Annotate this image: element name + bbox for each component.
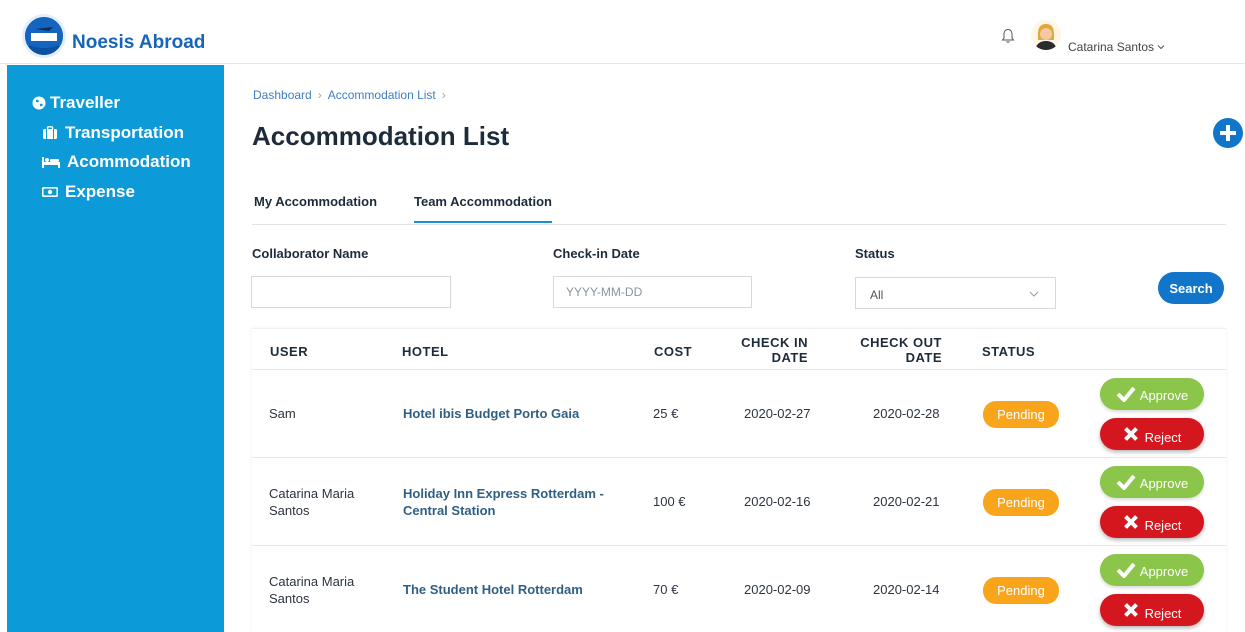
bed-icon bbox=[42, 157, 60, 168]
column-header-check-out: CHECK OUT DATE bbox=[842, 335, 942, 365]
cell-check-out: 2020-02-28 bbox=[873, 406, 940, 421]
approve-label: Approve bbox=[1139, 387, 1189, 403]
chevron-down-icon bbox=[1157, 45, 1165, 50]
breadcrumb-dashboard[interactable]: Dashboard bbox=[253, 88, 312, 102]
reject-button[interactable]: Reject bbox=[1100, 418, 1204, 450]
approve-label: Approve bbox=[1139, 563, 1189, 579]
cell-user: Catarina Maria Santos bbox=[269, 486, 355, 518]
column-header-check-out-line1: CHECK OUT bbox=[860, 335, 942, 350]
cell-hotel[interactable]: Holiday Inn Express Rotterdam - Central … bbox=[403, 485, 618, 519]
app-name: Noesis Abroad bbox=[72, 32, 206, 53]
chevron-down-icon bbox=[1029, 291, 1039, 297]
sidebar-item-transportation[interactable]: Transportation bbox=[42, 123, 184, 143]
table-row: Catarina Maria Santos The Student Hotel … bbox=[252, 545, 1226, 632]
table-row: Catarina Maria Santos Holiday Inn Expres… bbox=[252, 457, 1226, 545]
sidebar-item-label: Expense bbox=[65, 182, 135, 201]
column-header-check-in-line1: CHECK IN bbox=[741, 335, 808, 350]
reject-button[interactable]: Reject bbox=[1100, 506, 1204, 538]
sidebar: Traveller Transportation Acommodation Ex… bbox=[7, 65, 224, 632]
close-icon bbox=[1123, 427, 1138, 441]
cell-check-in: 2020-02-09 bbox=[744, 582, 811, 597]
approve-button[interactable]: Approve bbox=[1100, 378, 1204, 410]
breadcrumb-accommodation-list[interactable]: Accommodation List bbox=[328, 88, 436, 102]
collaborator-name-input[interactable] bbox=[251, 276, 451, 308]
add-accommodation-button[interactable] bbox=[1213, 118, 1243, 148]
top-bar: Noesis Abroad Catarina Santos bbox=[0, 0, 1245, 64]
avatar[interactable] bbox=[1031, 20, 1061, 50]
status-badge: Pending bbox=[983, 489, 1059, 516]
check-icon bbox=[1116, 562, 1136, 578]
check-icon bbox=[1116, 386, 1136, 402]
sidebar-item-expense[interactable]: Expense bbox=[42, 182, 135, 202]
breadcrumb-separator: › bbox=[441, 88, 446, 102]
user-name: Catarina Santos bbox=[1068, 40, 1155, 54]
reject-button[interactable]: Reject bbox=[1100, 594, 1204, 626]
breadcrumb-separator: › bbox=[317, 88, 322, 102]
briefcase-icon bbox=[43, 126, 57, 139]
breadcrumb: Dashboard › Accommodation List › bbox=[253, 88, 446, 102]
status-badge: Pending bbox=[983, 401, 1059, 428]
column-header-hotel: HOTEL bbox=[402, 344, 449, 359]
reject-label: Reject bbox=[1144, 517, 1182, 533]
approve-label: Approve bbox=[1139, 475, 1189, 491]
reject-label: Reject bbox=[1144, 605, 1182, 621]
status-select[interactable]: All bbox=[855, 277, 1056, 309]
check-icon bbox=[1116, 474, 1136, 490]
reject-label: Reject bbox=[1144, 429, 1182, 445]
cell-cost: 100 € bbox=[653, 494, 686, 509]
cell-user: Sam bbox=[269, 406, 296, 421]
cell-cost: 25 € bbox=[653, 406, 679, 421]
check-in-date-label: Check-in Date bbox=[553, 246, 640, 261]
column-header-cost: COST bbox=[654, 344, 693, 359]
logo-icon bbox=[22, 14, 66, 58]
tab-team-accommodation[interactable]: Team Accommodation bbox=[414, 194, 552, 223]
accommodation-table: USER HOTEL COST CHECK IN DATE CHECK OUT … bbox=[252, 328, 1226, 632]
sidebar-section-traveller[interactable]: Traveller bbox=[32, 93, 120, 113]
approve-button[interactable]: Approve bbox=[1100, 466, 1204, 498]
column-header-check-in-line2: DATE bbox=[771, 350, 808, 365]
cell-user: Catarina Maria Santos bbox=[269, 574, 355, 606]
globe-icon bbox=[32, 96, 46, 110]
tab-bar: My Accommodation Team Accommodation bbox=[252, 187, 1226, 225]
money-icon bbox=[42, 186, 58, 197]
cell-hotel[interactable]: The Student Hotel Rotterdam bbox=[403, 581, 623, 598]
cell-check-in: 2020-02-27 bbox=[744, 406, 811, 421]
status-select-value: All bbox=[870, 288, 884, 302]
sidebar-item-label: Acommodation bbox=[67, 152, 191, 171]
column-header-status: STATUS bbox=[982, 344, 1036, 359]
sidebar-section-label: Traveller bbox=[50, 93, 120, 112]
user-menu[interactable]: Catarina Santos bbox=[1068, 40, 1165, 54]
status-badge: Pending bbox=[983, 577, 1059, 604]
column-header-check-in: CHECK IN DATE bbox=[722, 335, 808, 365]
column-header-check-out-line2: DATE bbox=[905, 350, 942, 365]
cell-check-out: 2020-02-14 bbox=[873, 582, 940, 597]
logo[interactable]: Noesis Abroad bbox=[22, 14, 205, 58]
page-title: Accommodation List bbox=[252, 121, 510, 151]
status-label: Status bbox=[855, 246, 895, 261]
column-header-user: USER bbox=[270, 344, 309, 359]
check-in-date-input[interactable] bbox=[553, 276, 752, 308]
sidebar-item-label: Transportation bbox=[65, 123, 185, 142]
tab-my-accommodation[interactable]: My Accommodation bbox=[254, 194, 377, 221]
collaborator-name-label: Collaborator Name bbox=[252, 246, 369, 261]
approve-button[interactable]: Approve bbox=[1100, 554, 1204, 586]
sidebar-item-acommodation[interactable]: Acommodation bbox=[42, 152, 191, 172]
close-icon bbox=[1123, 603, 1138, 617]
cell-check-in: 2020-02-16 bbox=[744, 494, 811, 509]
table-row: Sam Hotel ibis Budget Porto Gaia 25 € 20… bbox=[252, 369, 1226, 457]
bell-icon[interactable] bbox=[1001, 28, 1015, 44]
cell-cost: 70 € bbox=[653, 582, 679, 597]
cell-hotel[interactable]: Hotel ibis Budget Porto Gaia bbox=[403, 405, 623, 422]
close-icon bbox=[1123, 515, 1138, 529]
search-button[interactable]: Search bbox=[1158, 272, 1224, 304]
cell-check-out: 2020-02-21 bbox=[873, 494, 940, 509]
